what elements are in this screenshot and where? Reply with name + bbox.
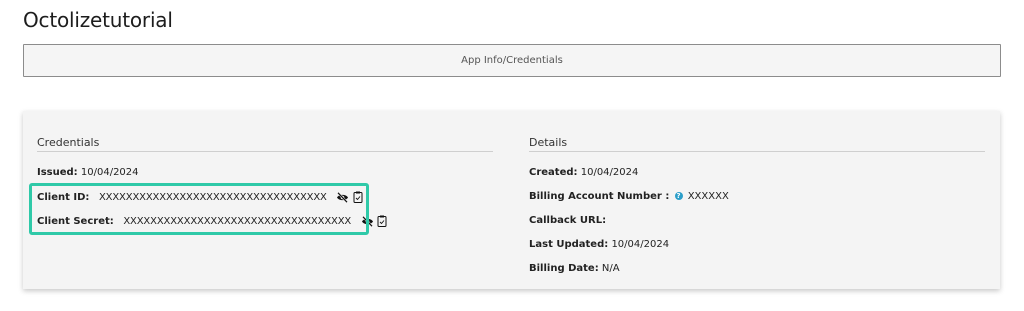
client-id-label: Client ID:: [37, 192, 90, 203]
billing-date-label: Billing Date:: [529, 263, 599, 274]
issued-row: Issued: 10/04/2024: [37, 167, 139, 178]
clipboard-icon[interactable]: [377, 215, 387, 227]
details-heading-text: Details: [529, 136, 568, 149]
callback-url-label: Callback URL:: [529, 215, 607, 226]
created-label: Created:: [529, 167, 578, 178]
client-id-row: Client ID: XXXXXXXXXXXXXXXXXXXXXXXXXXXXX…: [37, 191, 363, 203]
credentials-heading-text: Credentials: [37, 136, 100, 149]
client-secret-row: Client Secret: XXXXXXXXXXXXXXXXXXXXXXXXX…: [37, 215, 387, 227]
issued-value: 10/04/2024: [80, 167, 139, 178]
created-row: Created: 10/04/2024: [529, 167, 638, 178]
credentials-heading: Credentials: [37, 136, 493, 152]
app-title: Octolizetutorial: [23, 8, 173, 32]
last-updated-label: Last Updated:: [529, 239, 609, 250]
details-heading: Details: [529, 136, 985, 152]
client-secret-label: Client Secret:: [37, 216, 114, 227]
tab-label: App Info/Credentials: [461, 55, 563, 66]
billing-date-row: Billing Date: N/A: [529, 263, 620, 274]
client-id-value: XXXXXXXXXXXXXXXXXXXXXXXXXXXXXXXXXX: [98, 192, 327, 203]
last-updated-value: 10/04/2024: [611, 239, 670, 250]
billing-date-value: N/A: [601, 263, 620, 274]
billing-account-value: XXXXXX: [687, 191, 729, 202]
app-info-card: Credentials Issued: 10/04/2024 Client ID…: [23, 111, 1000, 289]
billing-account-row: Billing Account Number : ? XXXXXX: [529, 191, 729, 202]
created-value: 10/04/2024: [580, 167, 639, 178]
last-updated-row: Last Updated: 10/04/2024: [529, 239, 669, 250]
eye-slash-icon[interactable]: [361, 215, 374, 227]
client-secret-value: XXXXXXXXXXXXXXXXXXXXXXXXXXXXXXXXXX: [123, 216, 352, 227]
clipboard-icon[interactable]: [353, 191, 363, 203]
help-icon[interactable]: ?: [674, 191, 683, 200]
issued-label: Issued:: [37, 167, 78, 178]
eye-slash-icon[interactable]: [336, 191, 349, 203]
tab-app-info-credentials[interactable]: App Info/Credentials: [23, 44, 1001, 77]
callback-url-row: Callback URL:: [529, 215, 606, 226]
billing-account-label: Billing Account Number :: [529, 191, 670, 202]
